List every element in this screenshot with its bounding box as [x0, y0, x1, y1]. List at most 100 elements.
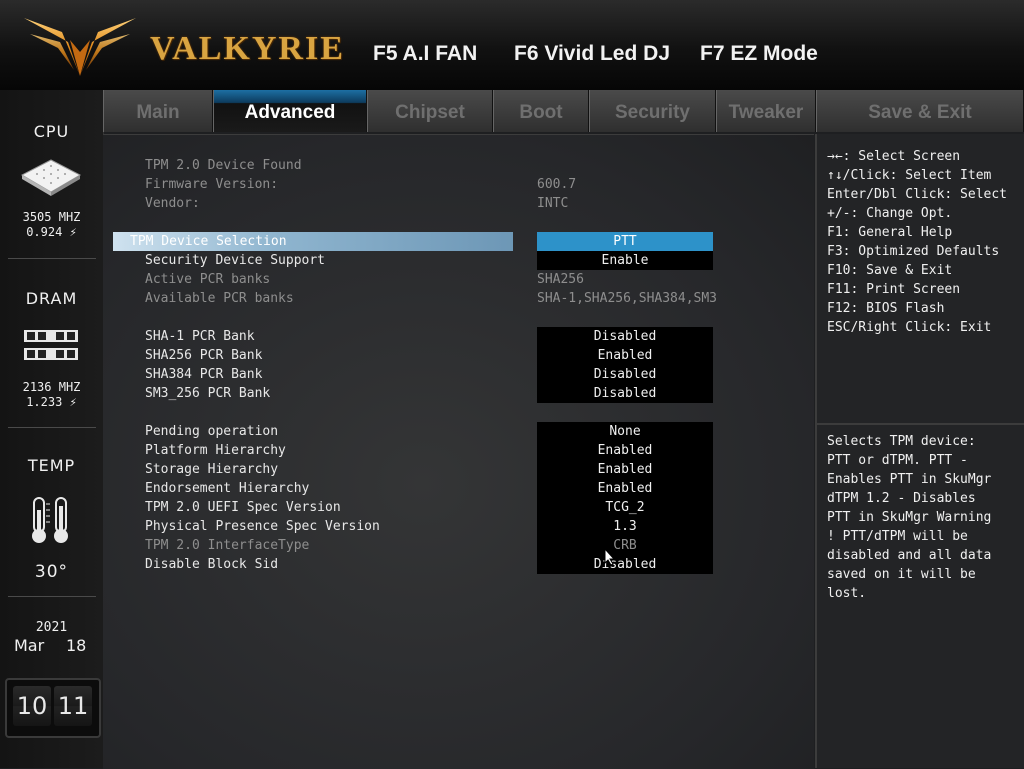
- help-description-line: ! PTT/dTPM will be: [827, 529, 968, 544]
- setting-label: Storage Hierarchy: [145, 462, 279, 477]
- temperature-value: 30°: [34, 562, 69, 582]
- setting-label: Vendor:: [145, 196, 200, 211]
- setting-value: SHA-1,SHA256,SHA384,SM3: [537, 291, 718, 306]
- tab-chipset[interactable]: Chipset: [367, 90, 493, 132]
- tab-security[interactable]: Security: [589, 90, 716, 132]
- setting-label: Disable Block Sid: [145, 557, 279, 572]
- setting-row-sha-1-pcr-bank[interactable]: SHA-1 PCR Bank Disabled: [103, 327, 814, 346]
- lightning-icon: ⚡: [69, 395, 77, 409]
- tab-advanced[interactable]: Advanced: [213, 90, 367, 132]
- setting-value-selector: CRB: [537, 536, 713, 555]
- help-key-line: Enter/Dbl Click: Select: [827, 187, 1008, 202]
- setting-value-selector[interactable]: 1.3: [537, 517, 713, 536]
- setting-row-tpm-2-0-device-found: TPM 2.0 Device Found: [103, 156, 814, 175]
- setting-label: TPM 2.0 InterfaceType: [145, 538, 310, 553]
- date-year: 2021: [35, 620, 68, 635]
- setting-row-sha384-pcr-bank[interactable]: SHA384 PCR Bank Disabled: [103, 365, 814, 384]
- setting-label: TPM 2.0 Device Found: [145, 158, 302, 173]
- setting-value-selector[interactable]: TCG_2: [537, 498, 713, 517]
- setting-value-selector[interactable]: Enable: [537, 251, 713, 270]
- setting-label: Pending operation: [145, 424, 279, 439]
- setting-value-selector[interactable]: PTT: [537, 232, 713, 251]
- sidebar-divider: [8, 258, 96, 259]
- tab-boot[interactable]: Boot: [493, 90, 589, 132]
- setting-row-active-pcr-banks: Active PCR banks SHA256: [103, 270, 814, 289]
- setting-value: INTC: [537, 196, 569, 211]
- dram-module-icon: [24, 330, 78, 360]
- tab-save-exit[interactable]: Save & Exit: [816, 90, 1024, 132]
- help-key-line: →←: Select Screen: [827, 149, 961, 164]
- setting-row-security-device-support[interactable]: Security Device Support Enable: [103, 251, 814, 270]
- setting-row-tpm-device-selection[interactable]: TPM Device Selection PTT: [103, 232, 814, 251]
- flip-clock: 10 11: [5, 678, 101, 738]
- setting-value-selector[interactable]: Enabled: [537, 441, 713, 460]
- setting-row-tpm-2-0-interfacetype: TPM 2.0 InterfaceType CRB: [103, 536, 814, 555]
- setting-label: TPM Device Selection: [130, 234, 287, 249]
- help-description-line: PTT or dTPM. PTT -: [827, 453, 968, 468]
- setting-value-selector[interactable]: Disabled: [537, 365, 713, 384]
- help-description-line: saved on it will be: [827, 567, 976, 582]
- help-description-line: Enables PTT in SkuMgr: [827, 472, 992, 487]
- header-bar: VALKYRIE F5 A.I FAN F6 Vivid Led DJ F7 E…: [0, 0, 1024, 92]
- help-description-line: lost.: [827, 586, 867, 601]
- mouse-cursor-icon: [604, 548, 616, 566]
- setting-row-tpm-2-0-uefi-spec-version[interactable]: TPM 2.0 UEFI Spec Version TCG_2: [103, 498, 814, 517]
- valkyrie-brand-text: VALKYRIE: [150, 30, 345, 67]
- setting-value-selector[interactable]: Enabled: [537, 346, 713, 365]
- setting-value-selector[interactable]: Enabled: [537, 479, 713, 498]
- help-description-line: PTT in SkuMgr Warning: [827, 510, 992, 525]
- setting-label: Endorsement Hierarchy: [145, 481, 310, 496]
- help-description-line: dTPM 1.2 - Disables: [827, 491, 976, 506]
- help-key-line: ↑↓/Click: Select Item: [827, 168, 992, 183]
- help-key-line: F10: Save & Exit: [827, 263, 953, 278]
- setting-label: Security Device Support: [145, 253, 326, 268]
- setting-value-selector[interactable]: Disabled: [537, 327, 713, 346]
- date-month: Mar: [14, 636, 45, 655]
- setting-row-available-pcr-banks: Available PCR banks SHA-1,SHA256,SHA384,S…: [103, 289, 814, 308]
- setting-row-disable-block-sid[interactable]: Disable Block Sid Disabled: [103, 555, 814, 574]
- setting-label: SM3_256 PCR Bank: [145, 386, 271, 401]
- setting-value-selector[interactable]: Enabled: [537, 460, 713, 479]
- setting-value-selector[interactable]: None: [537, 422, 713, 441]
- setting-row-endorsement-hierarchy[interactable]: Endorsement Hierarchy Enabled: [103, 479, 814, 498]
- sidebar-divider: [8, 427, 96, 428]
- system-status-sidebar: CPU 3505 MHZ 0.924 ⚡ DRAM 2136 MHZ 1.233…: [0, 90, 104, 768]
- setting-label: TPM 2.0 UEFI Spec Version: [145, 500, 341, 515]
- dram-frequency: 2136 MHZ: [22, 380, 81, 394]
- help-key-line: ESC/Right Click: Exit: [827, 320, 992, 335]
- cpu-title: CPU: [33, 122, 70, 141]
- cpu-chip-icon: [20, 159, 82, 196]
- setting-value: SHA256: [537, 272, 584, 287]
- help-key-line: F3: Optimized Defaults: [827, 244, 1000, 259]
- help-key-line: F12: BIOS Flash: [827, 301, 945, 316]
- f5-ai-fan-button[interactable]: F5 A.I FAN: [373, 42, 477, 66]
- cpu-frequency: 3505 MHZ: [22, 210, 81, 224]
- setting-label: Active PCR banks: [145, 272, 271, 287]
- setting-value: 600.7: [537, 177, 577, 192]
- settings-panel: TPM 2.0 Device Found Firmware Version: 600…: [103, 134, 814, 769]
- help-description-line: disabled and all data: [827, 548, 992, 563]
- help-description-line: Selects TPM device:: [827, 434, 976, 449]
- setting-row-storage-hierarchy[interactable]: Storage Hierarchy Enabled: [103, 460, 814, 479]
- valkyrie-wings-logo: [24, 18, 136, 76]
- setting-label: Platform Hierarchy: [145, 443, 286, 458]
- setting-row-sm3-256-pcr-bank[interactable]: SM3_256 PCR Bank Disabled: [103, 384, 814, 403]
- setting-value-selector[interactable]: Disabled: [537, 384, 713, 403]
- setting-value-selector[interactable]: Disabled: [537, 555, 713, 574]
- f6-vivid-led-dj-button[interactable]: F6 Vivid Led DJ: [514, 42, 670, 66]
- setting-row-pending-operation[interactable]: Pending operation None: [103, 422, 814, 441]
- setting-row-platform-hierarchy[interactable]: Platform Hierarchy Enabled: [103, 441, 814, 460]
- tab-tweaker[interactable]: Tweaker: [716, 90, 816, 132]
- dram-voltage: 1.233: [26, 395, 63, 409]
- temp-title: TEMP: [27, 456, 76, 475]
- setting-row-physical-presence-spec-version[interactable]: Physical Presence Spec Version 1.3: [103, 517, 814, 536]
- setting-row-sha256-pcr-bank[interactable]: SHA256 PCR Bank Enabled: [103, 346, 814, 365]
- lightning-icon: ⚡: [69, 225, 77, 239]
- cpu-voltage: 0.924: [26, 225, 63, 239]
- help-panel: →←: Select Screen ↑↓/Click: Select Item En…: [815, 134, 1024, 768]
- f7-ez-mode-button[interactable]: F7 EZ Mode: [700, 42, 818, 66]
- tab-main[interactable]: Main: [103, 90, 213, 132]
- dram-voltage-row: 1.233 ⚡: [0, 395, 103, 410]
- help-key-line: +/-: Change Opt.: [827, 206, 953, 221]
- setting-label: Firmware Version:: [145, 177, 279, 192]
